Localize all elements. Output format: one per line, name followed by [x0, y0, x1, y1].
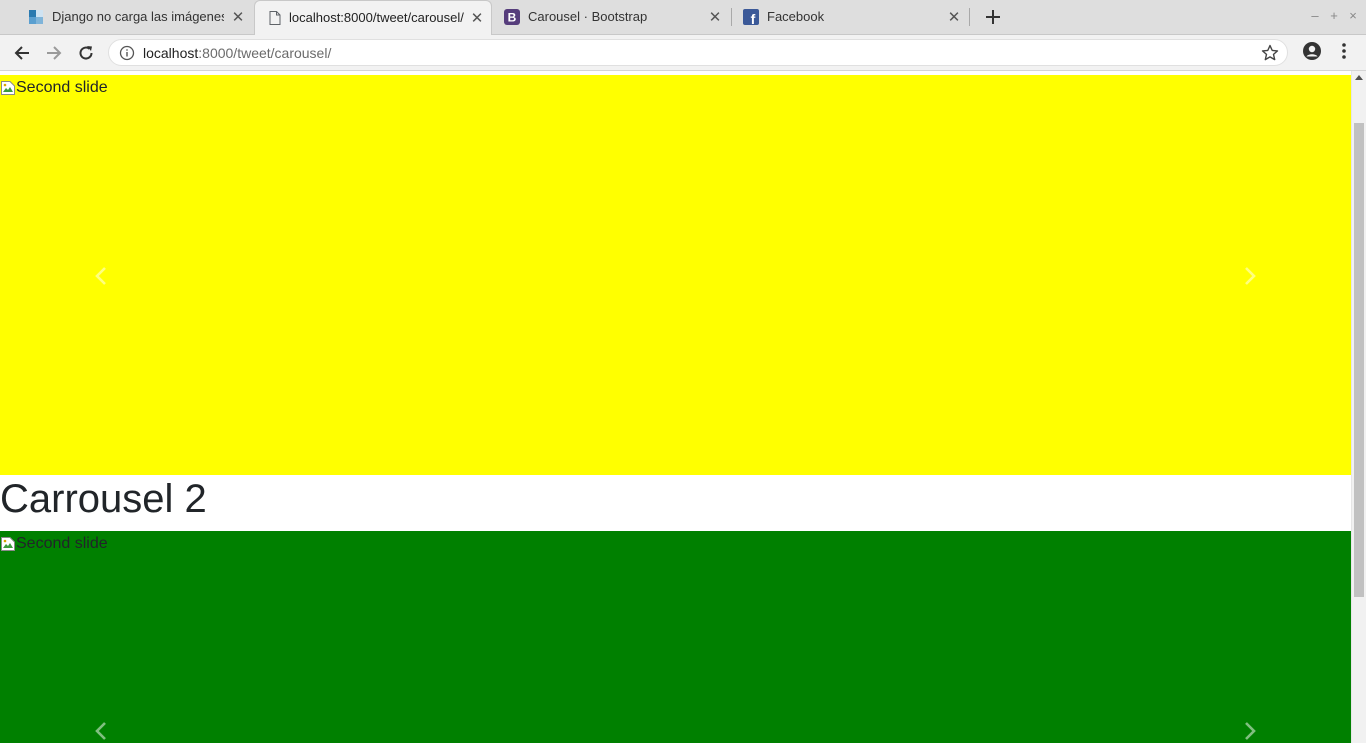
page-content: Second slide Carrousel 2 Second slide — [0, 71, 1351, 743]
close-tab-icon[interactable]: ✕ — [946, 9, 962, 26]
carousel-one: Second slide — [0, 75, 1351, 475]
close-window-button[interactable]: × — [1346, 8, 1360, 24]
section-heading: Carrousel 2 — [0, 477, 207, 521]
carousel-next-button[interactable] — [1240, 266, 1260, 286]
carousel-prev-button[interactable] — [91, 266, 111, 286]
tab-title: localhost:8000/tweet/carousel/ — [289, 10, 464, 25]
address-path: :8000/tweet/carousel/ — [198, 45, 332, 61]
back-arrow-icon — [14, 46, 29, 60]
broken-image-icon — [1, 537, 15, 551]
image-alt-text: Second slide — [16, 79, 108, 96]
address-bar[interactable]: localhost:8000/tweet/carousel/ — [108, 39, 1288, 66]
chevron-right-icon — [1245, 722, 1256, 740]
page-icon — [267, 10, 283, 26]
plus-icon — [986, 10, 1000, 24]
carousel-image: Second slide — [0, 79, 108, 97]
new-tab-button[interactable] — [982, 6, 1004, 28]
svg-text:B: B — [508, 11, 517, 25]
carousel-next-button[interactable] — [1240, 721, 1260, 741]
reload-icon — [79, 46, 93, 60]
tab-title: Facebook — [767, 9, 825, 24]
tab-title: Django no carga las imágenes — [52, 9, 224, 24]
close-tab-icon[interactable]: ✕ — [469, 10, 485, 27]
profile-avatar-icon[interactable] — [1302, 41, 1322, 61]
minimize-button[interactable]: – — [1308, 8, 1322, 24]
browser-menu-icon[interactable] — [1334, 41, 1354, 61]
carousel-two: Second slide — [0, 531, 1351, 743]
page-viewport: Second slide Carrousel 2 Second slide — [0, 71, 1366, 743]
broken-image-icon — [1, 81, 15, 95]
back-button[interactable] — [10, 41, 34, 65]
bootstrap-icon: B — [504, 9, 520, 25]
scrollbar-thumb[interactable] — [1354, 123, 1364, 597]
bookmark-star-icon[interactable] — [1261, 44, 1279, 62]
stackoverflow-icon — [28, 9, 44, 25]
chevron-left-icon — [95, 267, 106, 285]
address-host: localhost — [143, 45, 199, 61]
tab-facebook[interactable]: f Facebook ✕ — [731, 0, 969, 34]
tab-divider — [969, 8, 970, 26]
svg-text:f: f — [751, 11, 756, 25]
carousel-prev-button[interactable] — [91, 721, 111, 741]
tab-bootstrap-carousel[interactable]: B Carousel · Bootstrap ✕ — [492, 0, 730, 34]
chevron-right-icon — [1245, 267, 1256, 285]
info-icon[interactable] — [119, 45, 135, 61]
tab-title: Carousel · Bootstrap — [528, 9, 648, 24]
close-tab-icon[interactable]: ✕ — [230, 9, 246, 26]
reload-button[interactable] — [74, 41, 98, 65]
vertical-scrollbar[interactable] — [1351, 71, 1366, 743]
maximize-button[interactable]: + — [1327, 8, 1341, 24]
forward-arrow-icon — [47, 46, 62, 60]
forward-button[interactable] — [42, 41, 66, 65]
scroll-up-arrow-icon[interactable] — [1355, 75, 1363, 80]
image-alt-text: Second slide — [16, 535, 108, 552]
chevron-left-icon — [95, 722, 106, 740]
tab-django-question[interactable]: Django no carga las imágenes ✕ — [16, 0, 254, 34]
tab-carousel-localhost[interactable]: localhost:8000/tweet/carousel/ ✕ — [254, 0, 492, 35]
tab-strip: Django no carga las imágenes ✕ localhost… — [0, 0, 1366, 35]
facebook-icon: f — [743, 9, 759, 25]
carousel-image: Second slide — [0, 535, 108, 553]
address-url[interactable]: localhost:8000/tweet/carousel/ — [143, 45, 331, 61]
browser-toolbar: localhost:8000/tweet/carousel/ — [0, 35, 1366, 71]
close-tab-icon[interactable]: ✕ — [707, 9, 723, 26]
